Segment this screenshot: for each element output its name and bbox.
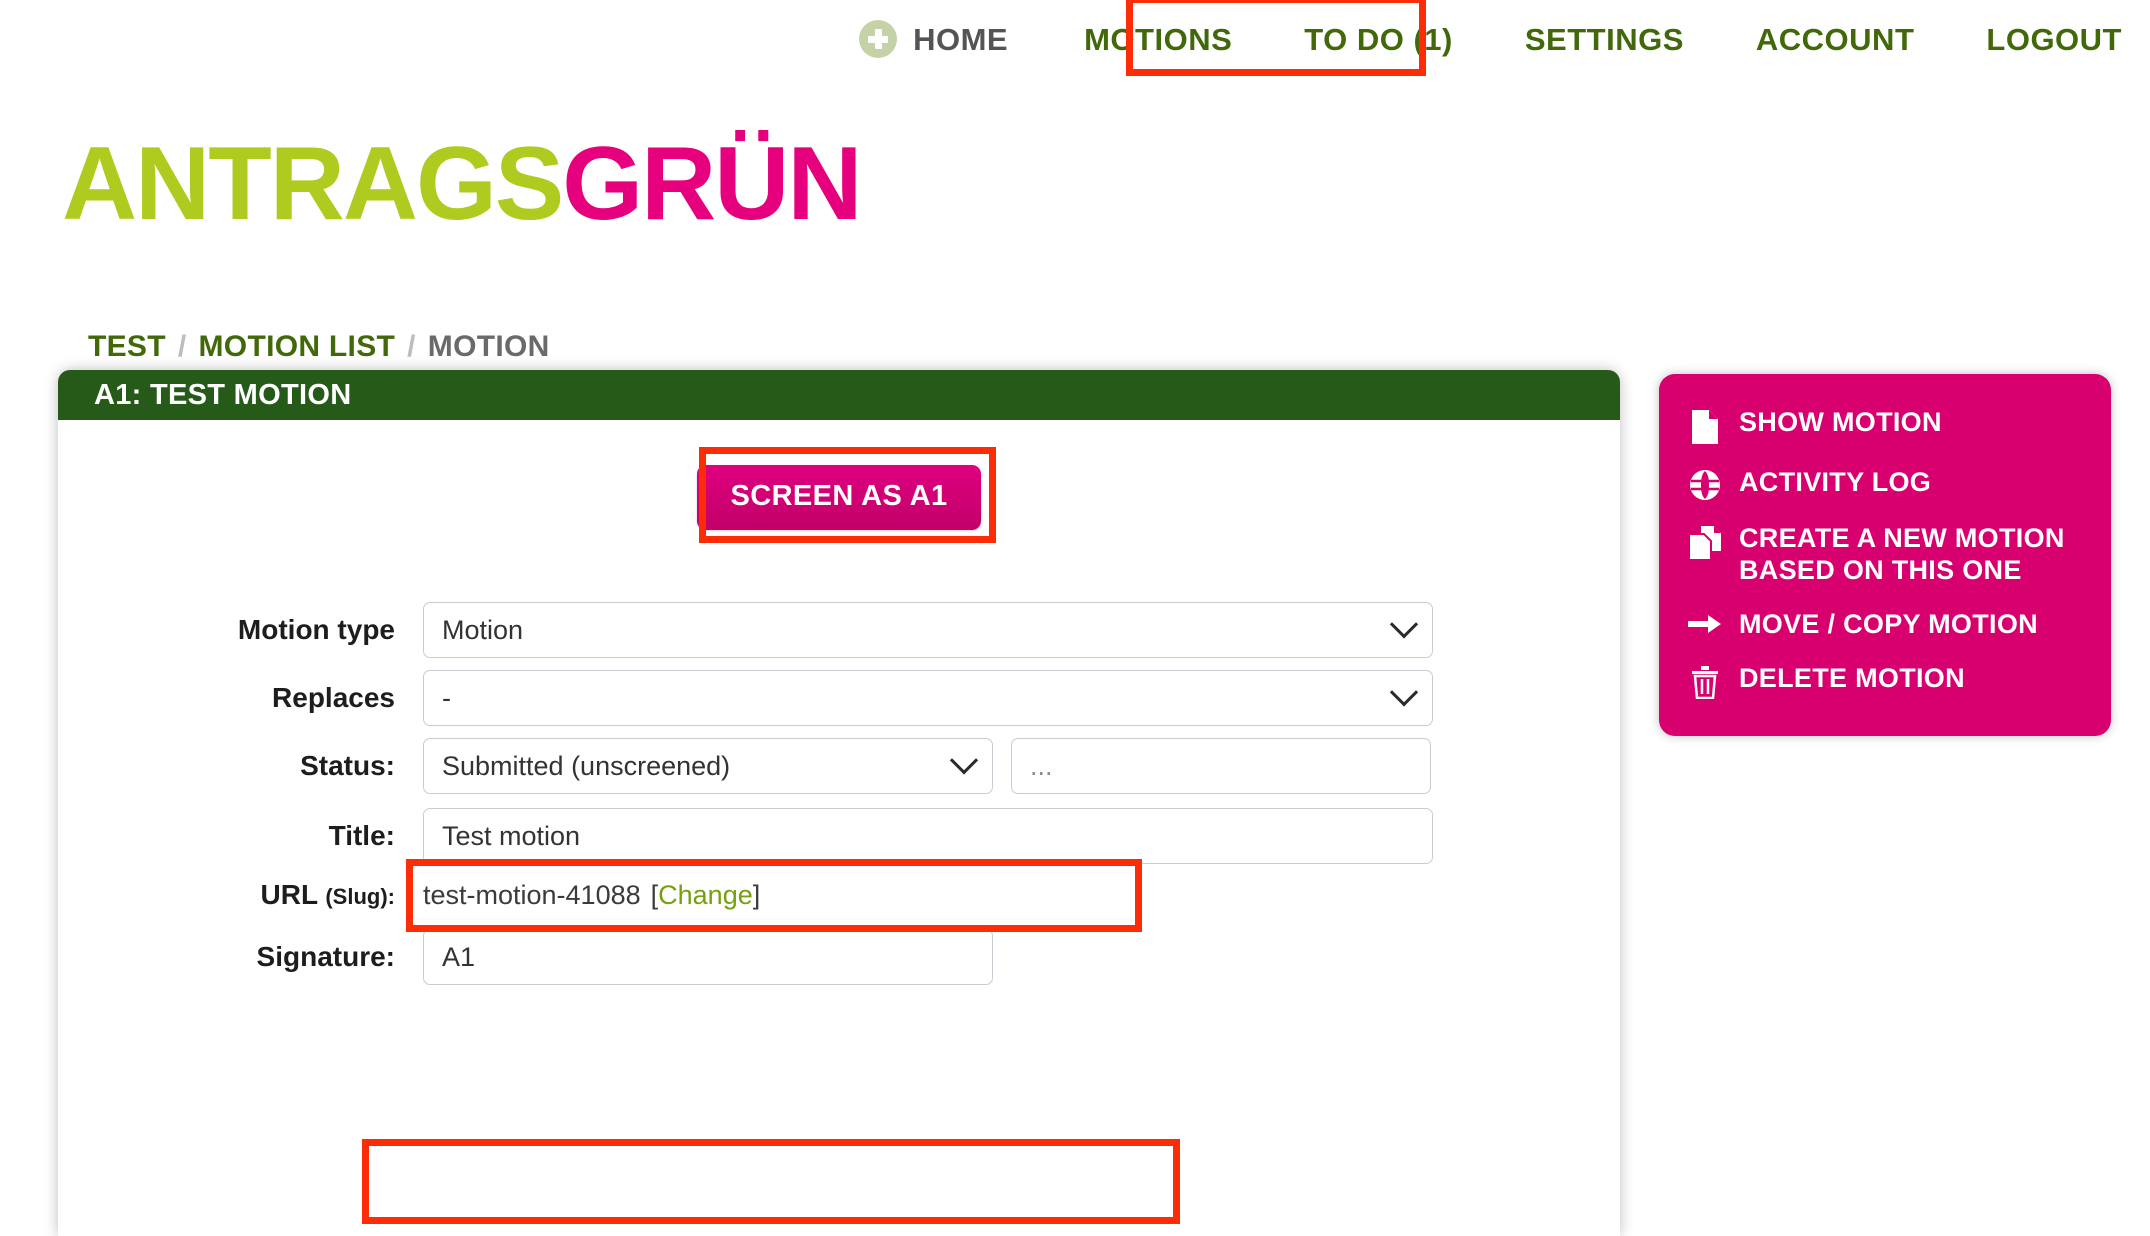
sidebar-item-activity-log-label: Activity log [1739,467,1932,497]
page-root: Home Motions To Do (1) Settings Account … [0,0,2150,1236]
globe-icon [1685,467,1725,501]
sidebar-item-delete-motion-label: Delete motion [1739,662,1965,693]
motion-type-value: Motion [442,614,524,645]
breadcrumb: TEST / MOTION LIST / MOTION [88,330,550,364]
title-input[interactable]: Test motion [423,808,1433,864]
title-label: Title: [328,819,395,851]
motion-panel-body: Screen as A1 Motion type Motion Replaces [58,420,1620,1236]
url-slug-bracket-open: [ [650,880,659,910]
nav-item-todo-label: To Do (1) [1304,21,1453,57]
motion-actions-sidebar: Show motion Activity log Create a new mo… [1659,374,2111,736]
document-icon [1685,407,1725,445]
antragsgruen-logo[interactable]: ANTRAGSGRÜN [62,132,862,236]
url-slug-value-row: test-motion-41088 [ Change ] [423,880,760,911]
status-label: Status: [300,749,395,781]
nav-item-account-label: Account [1755,21,1915,57]
url-slug-label-main: URL [260,879,318,911]
sidebar-item-create-new-motion[interactable]: Create a new motion based on this one [1659,512,2111,598]
motion-form: Motion type Motion Replaces - Status: Su… [58,602,1620,985]
breadcrumb-item-test[interactable]: TEST [88,330,166,364]
screen-button-container: Screen as A1 [58,420,1620,530]
sidebar-item-activity-log[interactable]: Activity log [1659,456,2111,512]
form-row-motion-type: Motion type Motion [58,602,1620,658]
sidebar-item-create-new-motion-label: Create a new motion based on this one [1739,523,2065,585]
status-select[interactable]: Submitted (unscreened) [423,738,993,794]
breadcrumb-item-motion: MOTION [427,330,550,363]
logo-part-antrags: ANTRAGS [62,126,564,242]
chevron-down-icon [949,746,979,775]
nav-item-settings-label: Settings [1524,21,1684,57]
status-note-input[interactable]: ... [1011,738,1431,794]
nav-item-settings[interactable]: Settings [1525,24,1684,55]
title-value: Test motion [442,820,581,851]
replaces-value: - [442,682,451,713]
copy-document-icon [1685,523,1725,561]
breadcrumb-separator: / [177,330,187,363]
sidebar-item-show-motion-label: Show motion [1739,407,1942,437]
nav-item-account[interactable]: Account [1756,24,1915,55]
signature-input[interactable]: A1 [423,929,993,985]
nav-item-todo[interactable]: To Do (1) [1304,24,1453,55]
signature-value: A1 [442,941,476,972]
motion-type-select[interactable]: Motion [423,602,1433,658]
form-row-signature: Signature: A1 [58,929,1620,985]
nav-item-home-label: Home [913,21,1009,57]
nav-item-motions-label: Motions [1084,21,1233,57]
chevron-down-icon [1389,610,1419,639]
form-row-status: Status: Submitted (unscreened) ... [58,738,1620,794]
motion-panel-header: A1: Test motion [58,370,1620,420]
chevron-down-icon [1389,678,1419,707]
arrow-right-icon [1685,609,1725,637]
url-slug-label-small: (Slug): [325,884,395,910]
nav-item-logout[interactable]: Logout [1986,24,2122,55]
motion-type-label: Motion type [237,613,395,645]
sidebar-item-show-motion[interactable]: Show motion [1659,396,2111,456]
screen-as-a1-button[interactable]: Screen as A1 [696,465,982,530]
nav-item-motions[interactable]: Motions [1084,24,1232,55]
logo-part-gruen: GRÜN [562,126,862,242]
url-slug-label: URL (Slug): [58,879,423,911]
sidebar-item-move-copy-motion[interactable]: Move / copy motion [1659,598,2111,652]
breadcrumb-item-motion-list[interactable]: MOTION LIST [199,330,396,364]
form-row-title: Title: Test motion [58,808,1620,864]
status-value: Submitted (unscreened) [442,750,731,781]
url-slug-value: test-motion-41088 [423,880,641,910]
url-slug-change-link[interactable]: Change [658,880,753,911]
form-row-replaces: Replaces - [58,670,1620,726]
status-note-placeholder: ... [1030,750,1053,781]
sidebar-item-delete-motion[interactable]: Delete motion [1659,652,2111,710]
url-slug-bracket-close: ] [752,880,761,910]
top-navigation: Home Motions To Do (1) Settings Account … [0,0,2150,78]
replaces-label: Replaces [272,681,395,713]
sidebar-item-move-copy-motion-label: Move / copy motion [1739,608,2038,639]
plus-circle-icon [859,20,898,58]
breadcrumb-separator: / [407,330,416,363]
signature-label: Signature: [256,940,395,972]
page-title: A1: Test motion [94,378,352,411]
trash-icon [1685,663,1725,699]
replaces-select[interactable]: - [423,670,1433,726]
nav-item-home[interactable]: Home [859,20,1008,58]
form-row-url-slug: URL (Slug): test-motion-41088 [ Change ] [58,879,1620,911]
motion-panel: A1: Test motion Screen as A1 Motion type… [58,370,1620,1236]
nav-item-logout-label: Logout [1986,21,2122,57]
